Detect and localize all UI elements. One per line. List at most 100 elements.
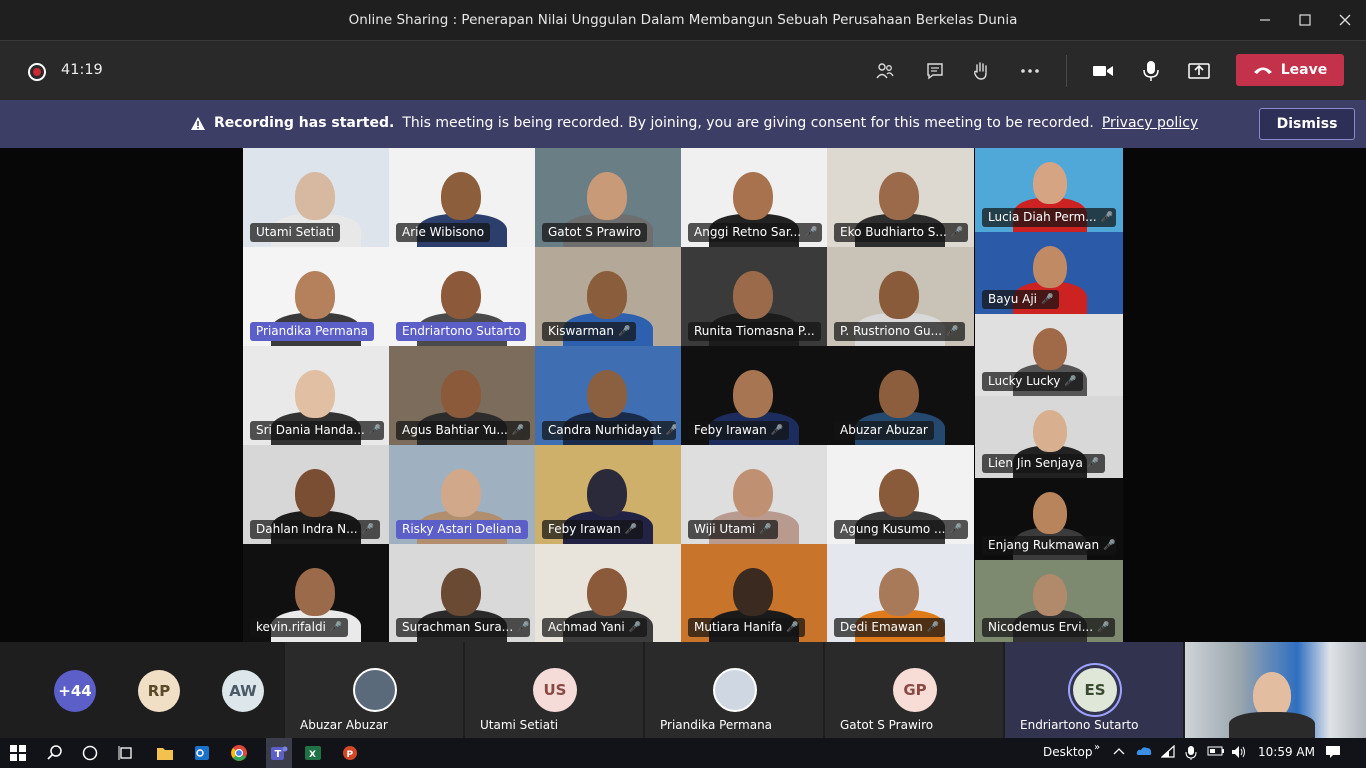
more-actions-button[interactable] <box>1015 57 1045 85</box>
camera-button[interactable] <box>1088 57 1118 85</box>
participant-name: Surachman Sura... <box>402 620 514 634</box>
muted-mic-icon: 🎤 <box>329 622 343 633</box>
svg-text:T: T <box>275 749 282 760</box>
video-tile[interactable]: Nicodemus Ervi... 🎤 <box>975 560 1123 642</box>
teams-meeting-window: Online Sharing : Penerapan Nilai Unggula… <box>0 0 1366 768</box>
video-tile[interactable]: Achmad Yani 🎤 <box>535 544 681 642</box>
raise-hand-icon <box>974 62 987 80</box>
minimize-icon <box>1260 19 1270 21</box>
video-tile[interactable]: Utami Setiati <box>243 148 389 247</box>
video-tile[interactable]: Bayu Aji 🎤 <box>975 232 1123 314</box>
participant-strip-tile[interactable]: ES Endriartono Sutarto <box>1005 642 1183 738</box>
video-tile[interactable]: Mutiara Hanifa 🎤 <box>681 544 827 642</box>
participant-face <box>1033 574 1067 616</box>
search-icon <box>47 745 62 760</box>
video-tile[interactable]: Lucky Lucky 🎤 <box>975 314 1123 396</box>
leave-button[interactable]: Leave <box>1236 54 1344 86</box>
video-tile[interactable]: Lucia Diah Perm... 🎤 <box>975 148 1123 232</box>
avatar-aw[interactable]: AW <box>222 670 264 712</box>
participant-name-label: Runita Tiomasna P... <box>688 322 821 341</box>
video-tile[interactable]: Arie Wibisono <box>389 148 535 247</box>
participant-avatar-initials: US <box>533 668 577 712</box>
participant-strip-name: Priandika Permana <box>660 718 773 732</box>
video-tile[interactable]: Surachman Sura... 🎤 <box>389 544 535 642</box>
video-tile[interactable]: Endriartono Sutarto <box>389 247 535 346</box>
video-tile[interactable]: Risky Astari Deliana <box>389 445 535 544</box>
participant-name: Nicodemus Ervi... <box>988 620 1094 634</box>
task-view-button[interactable] <box>116 743 136 763</box>
chevron-right-icon[interactable]: » <box>1094 742 1100 753</box>
video-tile[interactable]: Dedi Emawan 🎤 <box>827 544 974 642</box>
participant-strip-tile[interactable]: Abuzar Abuzar <box>285 642 463 738</box>
privacy-policy-link[interactable]: Privacy policy <box>1102 115 1198 131</box>
chat-button[interactable] <box>920 57 950 85</box>
video-grid: Utami Setiati Arie Wibisono Gatot S Prawir… <box>243 148 974 642</box>
video-tile[interactable]: Lien Jin Senjaya 🎤 <box>975 396 1123 478</box>
microphone-icon <box>1143 61 1159 81</box>
search-button[interactable] <box>45 743 65 763</box>
muted-mic-icon: 🎤 <box>950 227 964 238</box>
svg-text:X: X <box>309 750 316 760</box>
participant-name: Kiswarman <box>548 324 614 338</box>
video-tile[interactable]: Eko Budhiarto S... 🎤 <box>827 148 974 247</box>
video-tile[interactable]: Kiswarman 🎤 <box>535 247 681 346</box>
video-tile[interactable]: Candra Nurhidayat🎤 <box>535 346 681 445</box>
raise-hand-button[interactable] <box>966 57 996 85</box>
teams-app[interactable]: T <box>266 738 292 768</box>
video-tile[interactable]: Abuzar Abuzar <box>827 346 974 445</box>
participant-name-label: Endriartono Sutarto <box>396 322 527 341</box>
onedrive-icon[interactable] <box>1136 745 1152 760</box>
battery-icon[interactable] <box>1207 745 1225 760</box>
powerpoint-app[interactable]: P <box>340 743 360 763</box>
participant-face <box>879 568 919 616</box>
cortana-icon <box>82 745 98 761</box>
chrome-app[interactable] <box>229 743 249 763</box>
video-tile[interactable]: Agus Bahtiar Yu... 🎤 <box>389 346 535 445</box>
clock-time[interactable]: 10:59 AM <box>1258 745 1315 759</box>
video-tile[interactable]: Sri Dania Handa... 🎤 <box>243 346 389 445</box>
avatar-rp[interactable]: RP <box>138 670 180 712</box>
share-screen-button[interactable] <box>1184 57 1214 85</box>
volume-icon[interactable] <box>1231 745 1247 762</box>
participant-name-label: Priandika Permana <box>250 322 375 341</box>
participant-name: Wiji Utami <box>694 522 756 536</box>
video-tile[interactable]: kevin.rifaldi 🎤 <box>243 544 389 642</box>
cortana-button[interactable] <box>80 743 100 763</box>
notifications-icon[interactable] <box>1325 745 1341 762</box>
participants-icon <box>876 63 894 79</box>
meeting-timer: 41:19 <box>61 62 103 78</box>
more-participants-badge[interactable]: +44 <box>54 670 96 712</box>
video-tile[interactable]: Wiji Utami 🎤 <box>681 445 827 544</box>
outlook-app[interactable] <box>192 743 212 763</box>
start-button[interactable] <box>8 743 28 763</box>
tray-microphone-icon[interactable] <box>1185 745 1197 764</box>
video-tile[interactable]: Gatot S Prawiro <box>535 148 681 247</box>
participants-button[interactable] <box>870 57 900 85</box>
video-tile[interactable]: Anggi Retno Sar... 🎤 <box>681 148 827 247</box>
self-view-video[interactable] <box>1185 642 1366 738</box>
leave-label: Leave <box>1280 62 1328 78</box>
file-explorer-app[interactable] <box>155 743 175 763</box>
svg-text:P: P <box>347 750 354 760</box>
video-tile[interactable]: Feby Irawan 🎤 <box>681 346 827 445</box>
desktop-toolbar-label[interactable]: Desktop <box>1043 745 1093 759</box>
muted-mic-icon: 🎤 <box>628 622 642 633</box>
video-tile[interactable]: Dahlan Indra N... 🎤 <box>243 445 389 544</box>
participant-strip-tile[interactable]: Priandika Permana <box>645 642 823 738</box>
wifi-icon[interactable] <box>1160 744 1177 762</box>
video-tile[interactable]: Enjang Rukmawan 🎤 <box>975 478 1123 560</box>
video-tile[interactable]: Priandika Permana <box>243 247 389 346</box>
participant-strip-tile[interactable]: GP Gatot S Prawiro <box>825 642 1003 738</box>
folder-icon <box>157 748 173 760</box>
dismiss-button[interactable]: Dismiss <box>1259 108 1355 140</box>
video-tile[interactable]: Feby Irawan 🎤 <box>535 445 681 544</box>
video-tile[interactable]: Runita Tiomasna P... <box>681 247 827 346</box>
excel-app[interactable]: X <box>303 743 323 763</box>
video-tile[interactable]: Agung Kusumo ... 🎤 <box>827 445 974 544</box>
video-tile[interactable]: P. Rustriono Gu... 🎤 <box>827 247 974 346</box>
microphone-button[interactable] <box>1136 57 1166 85</box>
participant-strip-tile[interactable]: US Utami Setiati <box>465 642 643 738</box>
chevron-up-icon[interactable] <box>1113 745 1125 759</box>
close-button[interactable] <box>1322 0 1366 40</box>
video-column-right: Lucia Diah Perm... 🎤 Bayu Aji 🎤 Lucky Lucky 🎤… <box>975 148 1123 642</box>
